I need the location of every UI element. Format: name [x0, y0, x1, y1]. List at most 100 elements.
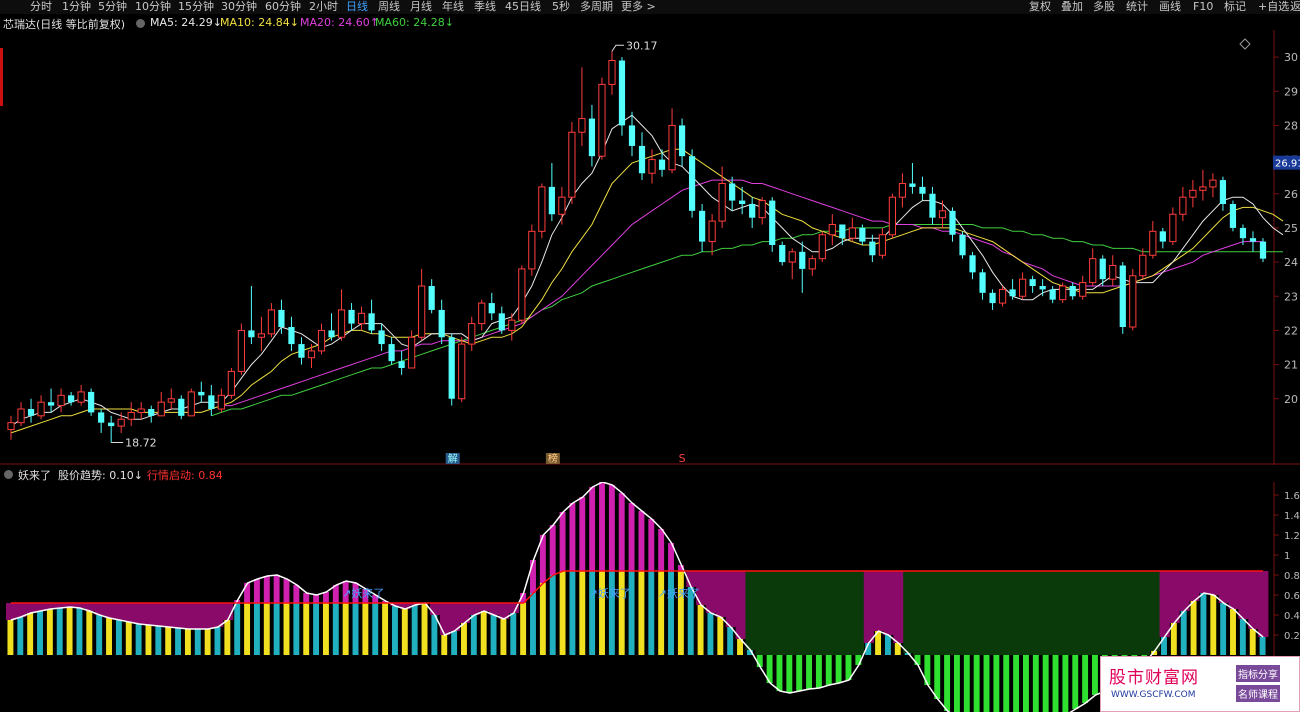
trend-bar — [27, 613, 34, 655]
period-tab[interactable]: 45日线 — [505, 0, 541, 13]
trend-bar — [677, 571, 684, 655]
candle — [368, 313, 375, 331]
candle — [1199, 186, 1207, 191]
candle — [498, 313, 505, 331]
zone-block — [193, 603, 204, 629]
candle — [1029, 279, 1036, 286]
candle — [799, 251, 806, 269]
trend-bar — [362, 603, 369, 655]
trend-bar — [451, 631, 458, 655]
zone-block — [1149, 571, 1160, 651]
candle — [839, 224, 846, 239]
candle — [337, 309, 346, 338]
watermark-tag-course: 名师课程 — [1236, 685, 1280, 702]
period-tab[interactable]: 60分钟 — [265, 0, 301, 13]
period-tab[interactable]: 1分钟 — [62, 0, 91, 13]
period-tab[interactable]: 多周期 — [580, 0, 613, 13]
magenta-bar — [559, 512, 566, 571]
indicator-collapse-icon[interactable] — [4, 468, 17, 481]
candle — [608, 60, 616, 85]
candle — [788, 251, 796, 263]
ma-label: MA5: 24.29↓ — [150, 16, 222, 29]
toolbar-button[interactable]: 画线 — [1159, 0, 1181, 13]
zone-block — [794, 571, 806, 655]
zone-block — [144, 603, 155, 625]
candle — [969, 255, 976, 273]
zone-block — [1070, 571, 1082, 655]
toolbar-button[interactable]: 标记 — [1224, 0, 1246, 13]
trend-bar — [194, 629, 201, 655]
toolbar-button[interactable]: +自选 — [1258, 0, 1289, 13]
toolbar-button[interactable]: 多股 — [1093, 0, 1115, 13]
period-tab[interactable]: 5秒 — [552, 0, 570, 13]
magenta-bar — [273, 575, 280, 603]
negative-bar — [1062, 655, 1069, 712]
candle — [267, 309, 276, 335]
negative-bar — [825, 655, 832, 685]
trend-bar — [668, 571, 674, 655]
period-tab[interactable]: 2小时 — [309, 0, 338, 13]
trend-bar — [1200, 593, 1207, 655]
magenta-bar — [599, 482, 605, 571]
candle — [938, 210, 947, 219]
trend-bar — [165, 627, 172, 655]
period-tab[interactable]: 5分钟 — [98, 0, 127, 13]
trend-bar — [421, 603, 428, 655]
period-tab[interactable]: 月线 — [410, 0, 432, 13]
trend-bar — [589, 571, 596, 655]
negative-bar — [835, 655, 842, 683]
period-tab[interactable]: 季线 — [474, 0, 496, 13]
negative-bar — [796, 655, 803, 691]
toolbar-button[interactable]: 复权 — [1029, 0, 1051, 13]
period-tab[interactable]: 更多 > — [621, 0, 656, 13]
trend-bar — [37, 611, 43, 655]
toolbar-button[interactable]: 返 — [1290, 0, 1300, 13]
y-tick-label: 22 — [1284, 324, 1298, 337]
candle — [1249, 238, 1257, 242]
candle — [208, 395, 215, 409]
zone-block — [173, 603, 184, 628]
toolbar-button[interactable]: F10 — [1193, 0, 1213, 13]
candle — [117, 418, 125, 427]
candle — [518, 268, 526, 321]
period-tab[interactable]: 周线 — [378, 0, 400, 13]
candle — [618, 60, 626, 126]
trend-bar — [273, 603, 280, 655]
candle — [588, 118, 596, 157]
trend-bar — [224, 620, 231, 655]
trend-bar — [480, 611, 487, 655]
collapse-icon[interactable] — [136, 17, 149, 30]
magenta-bar — [569, 503, 576, 571]
trend-bar — [549, 575, 556, 655]
zone-block — [775, 571, 786, 655]
candle — [1049, 289, 1056, 300]
toolbar-button[interactable]: 统计 — [1126, 0, 1148, 13]
trend-bar — [707, 613, 714, 655]
period-tab[interactable]: 15分钟 — [178, 0, 214, 13]
period-tab[interactable]: 分时 — [30, 0, 52, 13]
marker-bang: 榜 — [548, 452, 558, 465]
candle — [949, 210, 956, 235]
candle — [408, 336, 416, 369]
candlestick-chart[interactable]: 202122232425262728293030.1718.7226.91解榜S — [0, 30, 1300, 465]
zone-block — [1129, 571, 1141, 655]
period-tab[interactable]: 年线 — [442, 0, 464, 13]
period-tab[interactable]: 30分钟 — [221, 0, 257, 13]
negative-bar — [1022, 655, 1029, 712]
zone-block — [824, 571, 835, 655]
negative-bar — [776, 655, 783, 691]
negative-bar — [1042, 655, 1049, 712]
trend-bar — [214, 627, 221, 655]
period-tab[interactable]: 日线 — [346, 0, 368, 13]
signal-label: ↗妖来了 — [589, 586, 631, 600]
period-tab[interactable]: 10分钟 — [135, 0, 171, 13]
candle — [1109, 265, 1117, 280]
trend-bar — [66, 607, 73, 655]
toolbar-button[interactable]: 叠加 — [1061, 0, 1083, 13]
trend-bar — [106, 618, 112, 655]
candle — [888, 196, 897, 236]
negative-bar — [953, 655, 960, 712]
negative-bar — [1032, 655, 1039, 712]
magenta-bar — [658, 529, 665, 571]
magenta-bar — [293, 585, 300, 603]
